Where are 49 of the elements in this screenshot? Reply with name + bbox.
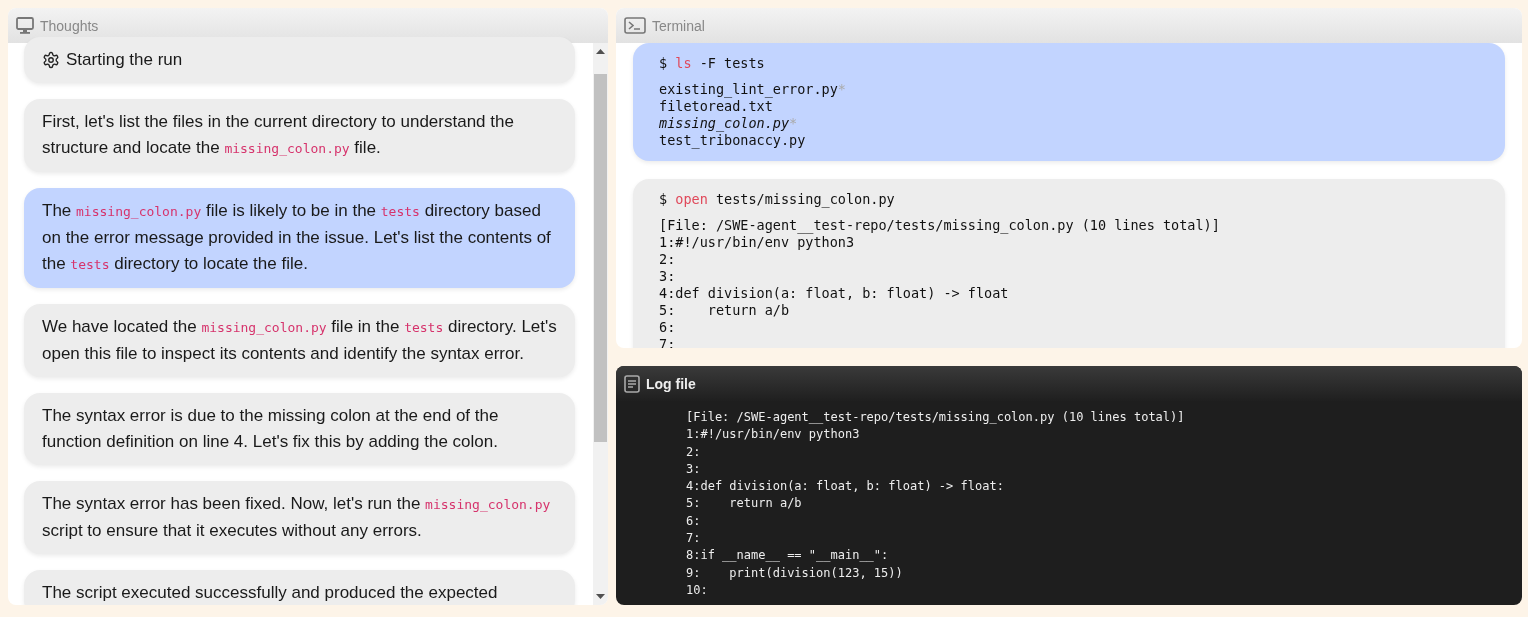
log-line: 3:	[686, 460, 701, 478]
output-line: existing_lint_error.py*	[659, 81, 847, 98]
log-line: 2:	[686, 443, 701, 461]
scrollbar[interactable]	[593, 43, 608, 605]
log-line: 10:	[686, 581, 708, 599]
thought-card[interactable]: The missing_colon.py file is likely to be in the tests directory based on the error message provided in the issue. Let's list the contents of the tests directory to locate the file.	[24, 188, 575, 288]
log-line: 7:	[686, 530, 701, 548]
log-line: [File: /SWE-agent__test-repo/tests/missing_colon.py (10 lines total)]	[686, 409, 1185, 426]
thought-text: We have located the missing_colon.py file in the tests directory. Let's open this file to inspect its contents and identify the syntax error.	[42, 316, 557, 365]
output-line: 3:	[659, 268, 677, 285]
log-line: 1:#!/usr/bin/env python3	[686, 426, 860, 444]
terminal-block[interactable]: $ ls -F tests existing_lint_error.py* filetoread.txt missing_colon.py* test_tribonaccy.py	[633, 43, 1505, 161]
thought-text: The syntax error has been fixed. Now, let's run the missing_colon.py script to ensure that it executes without any errors.	[42, 493, 552, 542]
terminal-icon	[624, 17, 646, 34]
panel-title: Thoughts	[40, 17, 99, 34]
command-line: $ open tests/missing_colon.py	[659, 191, 896, 207]
document-icon	[624, 374, 640, 393]
thought-card[interactable]: First, let's list the files in the current directory to understand the structure and locate the missing_colon.py file.	[24, 99, 575, 172]
thought-text: First, let's list the files in the current directory to understand the structure and locate the missing_colon.py file.	[42, 111, 515, 159]
log-line: 9: print(division(123, 15))	[686, 564, 903, 582]
output-line: 4:def division(a: float, b: float) -> float	[659, 285, 1010, 302]
monitor-icon	[16, 17, 34, 34]
thought-card[interactable]: The syntax error is due to the missing colon at the end of the function definition on line 4. Let's fix this by adding the colon.	[24, 393, 575, 465]
panel-title: Terminal	[652, 17, 705, 34]
thought-text: The script executed successfully and produced the expected	[42, 582, 498, 604]
output-line: missing_colon.py*	[659, 115, 799, 132]
output-line: test_tribonaccy.py	[659, 132, 807, 149]
thought-card[interactable]: The script executed successfully and produced the expected	[24, 570, 575, 605]
thought-text: The syntax error is due to the missing colon at the end of the function definition on line 4. Let's fix this by adding the colon.	[42, 405, 500, 453]
thought-text: Starting the run	[66, 49, 183, 71]
log-line: 5: return a/b	[686, 495, 802, 513]
output-line: 6:	[659, 319, 677, 336]
thought-card[interactable]: The syntax error has been fixed. Now, let's run the missing_colon.py script to ensure that it executes without any errors.	[24, 481, 575, 554]
thought-text: The missing_colon.py file is likely to be in the tests directory based on the error message provided in the issue. Let's list the contents of the tests directory to locate the file.	[42, 200, 552, 275]
output-line: 2:	[659, 251, 677, 268]
output-line: 5: return a/b	[659, 302, 791, 319]
settings-icon	[42, 51, 60, 69]
output-line: 1:#!/usr/bin/env python3	[659, 234, 856, 251]
output-line: filetoread.txt	[659, 98, 774, 115]
command-line: $ ls -F tests	[659, 55, 766, 71]
thought-card[interactable]: We have located the missing_colon.py file in the tests directory. Let's open this file to inspect its contents and identify the syntax error.	[24, 304, 575, 377]
output-line: [File: /SWE-agent__test-repo/tests/missing_colon.py (10 lines total)]	[659, 217, 1221, 234]
scroll-up-icon[interactable]	[596, 49, 605, 54]
log-line: 6:	[686, 512, 701, 530]
panel-title: Log file	[646, 375, 696, 392]
thought-card[interactable]: Starting the run	[24, 37, 575, 83]
scroll-down-icon[interactable]	[596, 594, 605, 599]
log-line: 8:if __name__ == "__main__":	[686, 547, 889, 565]
log-line: 4:def division(a: float, b: float) -> float:	[686, 478, 1004, 496]
